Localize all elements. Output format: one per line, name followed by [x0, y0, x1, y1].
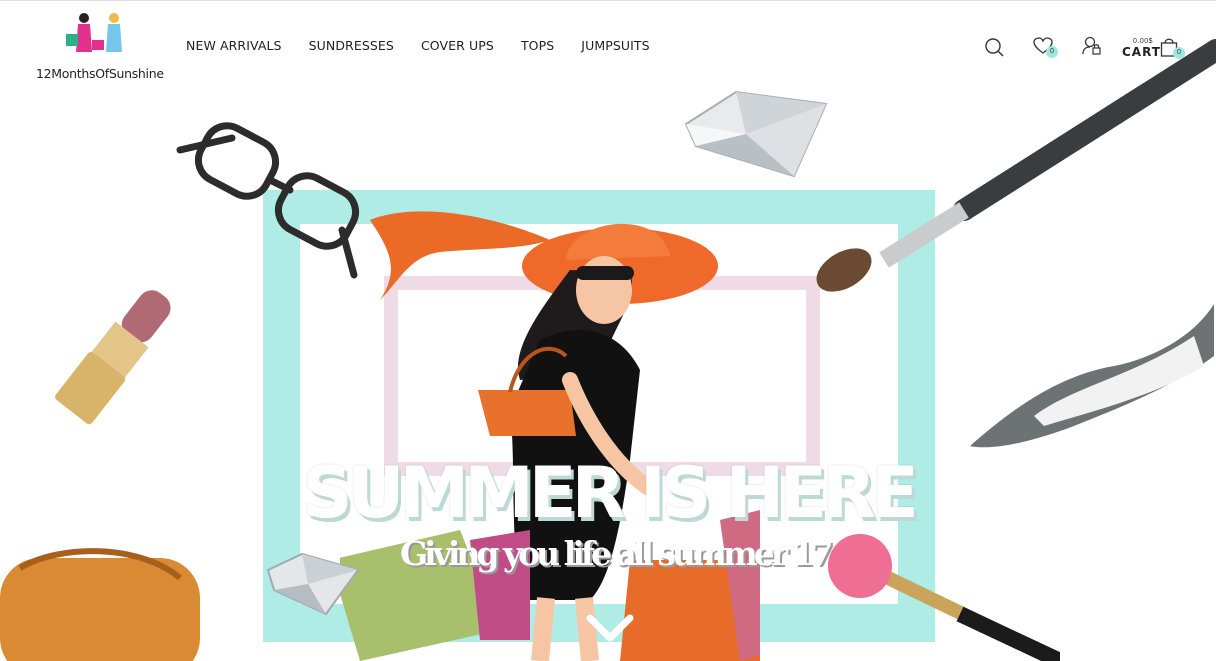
nav-cover-ups[interactable]: COVER UPS: [421, 38, 494, 53]
chevron-down-icon[interactable]: [586, 612, 634, 644]
small-diamond-image: [266, 552, 360, 616]
diamond-image: [684, 90, 828, 178]
cart-count-badge: 0: [1173, 47, 1185, 59]
leather-bag-image: [0, 548, 200, 661]
logo-figures-image: [66, 13, 122, 52]
lipstick-image: [55, 290, 171, 425]
main-nav: NEW ARRIVALS SUNDRESSES COVER UPS TOPS J…: [186, 38, 677, 53]
hero-title: SUMMER IS HERE: [302, 452, 919, 534]
hero-slider: SUMMER IS HERE Giving you life all summe…: [0, 0, 1216, 661]
wishlist-count-badge: 0: [1046, 46, 1058, 58]
brand-logo[interactable]: 12MonthsOfSunshine: [36, 12, 164, 84]
hero-subtitle: Giving you life all summer 17: [400, 534, 834, 573]
search-icon[interactable]: [984, 37, 1004, 57]
chevron-right-icon[interactable]: [1150, 314, 1180, 344]
nav-new-arrivals[interactable]: NEW ARRIVALS: [186, 38, 282, 53]
nav-sundresses[interactable]: SUNDRESSES: [309, 38, 394, 53]
cart-label[interactable]: CART: [1122, 45, 1161, 59]
site-header: 12MonthsOfSunshine NEW ARRIVALS SUNDRESS…: [0, 0, 1216, 92]
nav-tops[interactable]: TOPS: [521, 38, 554, 53]
brand-name: 12MonthsOfSunshine: [36, 66, 164, 81]
nav-jumpsuits[interactable]: JUMPSUITS: [581, 38, 649, 53]
blush-brush-image: [828, 534, 1060, 661]
user-lock-icon[interactable]: [1082, 36, 1102, 56]
cart-total: 0.00$: [1133, 38, 1154, 45]
shopping-woman-illustration: [340, 211, 760, 661]
